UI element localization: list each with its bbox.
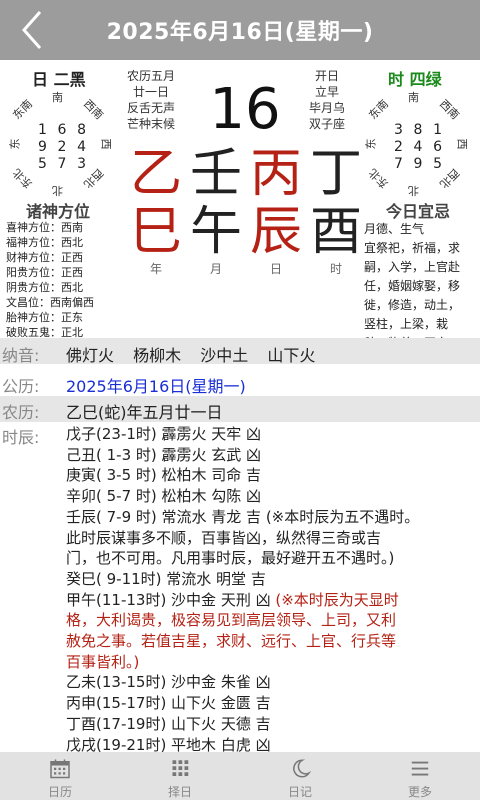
nav-calendar[interactable]: 日历: [0, 752, 120, 800]
nongli-value: 乙巳(蛇)年五月廿一日: [66, 403, 223, 422]
list-item: 癸巳( 9-11时) 常流水 明堂 吉: [66, 569, 266, 588]
list-item: 甲午(11-13时) 沙中金 天刑 凶 (※本时辰为天显时: [66, 590, 399, 609]
list-item: 壬辰( 7-9 时) 常流水 青龙 吉 (※本时辰为五不遇时。: [66, 507, 420, 526]
list-item: 胎神方位：正东: [6, 311, 83, 324]
list-item: 赦免之事。若值吉星，求财、远行、上官、行兵等: [66, 632, 397, 651]
ganzhi-labels: 年 月 日 时: [149, 262, 342, 276]
day-officer: 开日: [314, 69, 339, 83]
list-item: 丙申(15-17时) 山下火 金匮 吉: [66, 694, 271, 713]
dir-northeast: 东北: [366, 165, 392, 191]
dir-northeast: 东北: [10, 165, 36, 191]
dir-southwest: 西南: [80, 97, 106, 123]
list-item: 门，也不可用。凡用事时辰，最好避开五不遇时。): [66, 549, 395, 568]
hour-star-title: 时 四绿: [388, 70, 442, 89]
dir-south: 南: [52, 91, 63, 104]
list-item: 此时辰谋事多不顺，百事皆凶，纵然得三奇或吉: [66, 528, 382, 547]
bottom-nav: 日历 择日 日记 更多: [0, 752, 480, 800]
day-stem: 丙: [249, 144, 302, 204]
dir-north: 北: [408, 184, 419, 197]
day-star-title: 日 二黑: [32, 70, 86, 89]
dir-east: 东: [8, 138, 22, 150]
dir-west: 西: [455, 138, 469, 150]
gongli-value: 2025年6月16日(星期一): [66, 377, 246, 396]
menu-icon: [411, 761, 429, 776]
nav-select-day[interactable]: 择日: [120, 752, 240, 800]
list-item: 阳贵方位：正西: [6, 266, 83, 279]
list-item: 福神方位：西北: [6, 236, 83, 249]
dir-west: 西: [99, 138, 113, 150]
list-item: 格，大利谒贵，极容易见到高层领导、上司，又利: [66, 611, 397, 630]
nayin-values: 佛灯火 杨柳木 沙中土 山下火: [66, 346, 316, 365]
yiji-text: 月德、生气 宜祭祀，祈福，求 嗣，入学，上官赴 任，婚姻嫁娶，移 徙，修造，动土…: [364, 222, 461, 350]
nav-more[interactable]: 更多: [360, 752, 480, 800]
hour-flying-star-grid: 381 246 795: [394, 122, 442, 172]
grid-icon: [172, 760, 189, 776]
month-branch: 午: [189, 202, 242, 262]
page-title: 2025年6月16日(星期一): [106, 20, 374, 45]
dir-north: 北: [52, 184, 63, 197]
hour-stem: 丁: [309, 144, 362, 204]
day-compass: 南 西南 西 西北 北 东北 东 东南 168 924 573: [8, 91, 113, 198]
moon-icon: [293, 759, 312, 778]
list-item: 丁酉(17-19时) 山下火 天德 吉: [66, 714, 271, 733]
gods-directions-list: 喜神方位：西南 福神方位：西北 财神方位：正西 阳贵方位：正西 阴贵方位：西北 …: [6, 220, 94, 340]
top-bar: 2025年6月16日(星期一): [0, 0, 480, 60]
list-item: 喜神方位：西南: [6, 221, 83, 234]
list-item: 百事皆利。): [66, 652, 140, 671]
dir-southwest: 西南: [436, 97, 462, 123]
hour-branch: 酉: [309, 202, 362, 262]
dir-southeast: 东南: [10, 97, 36, 123]
dir-southeast: 东南: [366, 97, 392, 123]
dir-south: 南: [408, 91, 419, 104]
list-item: 乙未(13-15时) 沙中金 朱雀 凶: [66, 673, 271, 692]
month-stem: 壬: [189, 144, 242, 204]
nayin-label: 纳音:: [2, 346, 40, 365]
list-item: 辛卯( 5-7 时) 松柏木 勾陈 凶: [66, 487, 262, 506]
day-branch: 辰: [249, 202, 302, 262]
list-item: 阴贵方位：西北: [6, 281, 83, 294]
list-item: 财神方位：正西: [6, 251, 83, 264]
hour-compass: 南 西南 西 西北 北 东北 东 东南 381 246 795: [364, 91, 469, 198]
gods-title: 诸神方位: [26, 202, 91, 221]
earthly-branches: 巳 午 辰 酉: [126, 204, 366, 260]
day-overview: 日 二黑 时 四绿 农历五月 廿一日 反舌无声 芒种末候 16 开日 立早 毕月…: [0, 60, 480, 350]
heavenly-stems: 乙 壬 丙 丁: [126, 146, 366, 202]
shichen-label: 时辰:: [2, 428, 40, 447]
list-item: 己丑( 1-3 时) 霹雳火 玄武 凶: [66, 445, 262, 464]
list-item: 庚寅( 3-5 时) 松柏木 司命 吉: [66, 466, 262, 485]
year-branch: 巳: [129, 202, 182, 262]
yiji-title: 今日宜忌: [386, 202, 451, 221]
calendar-icon: [50, 759, 70, 779]
gongli-label: 公历:: [2, 377, 40, 396]
list-item: 文昌位：西南偏西: [6, 296, 94, 309]
list-item: 戊子(23-1时) 霹雳火 天牢 凶: [66, 425, 262, 443]
nav-diary[interactable]: 日记: [240, 752, 360, 800]
day-flying-star-grid: 168 924 573: [38, 122, 86, 172]
nongli-label: 农历:: [2, 403, 40, 422]
year-stem: 乙: [129, 144, 182, 204]
dir-east: 东: [364, 138, 378, 150]
shichen-list: 戊子(23-1时) 霹雳火 天牢 凶 己丑( 1-3 时) 霹雳火 玄武 凶 庚…: [66, 424, 476, 755]
